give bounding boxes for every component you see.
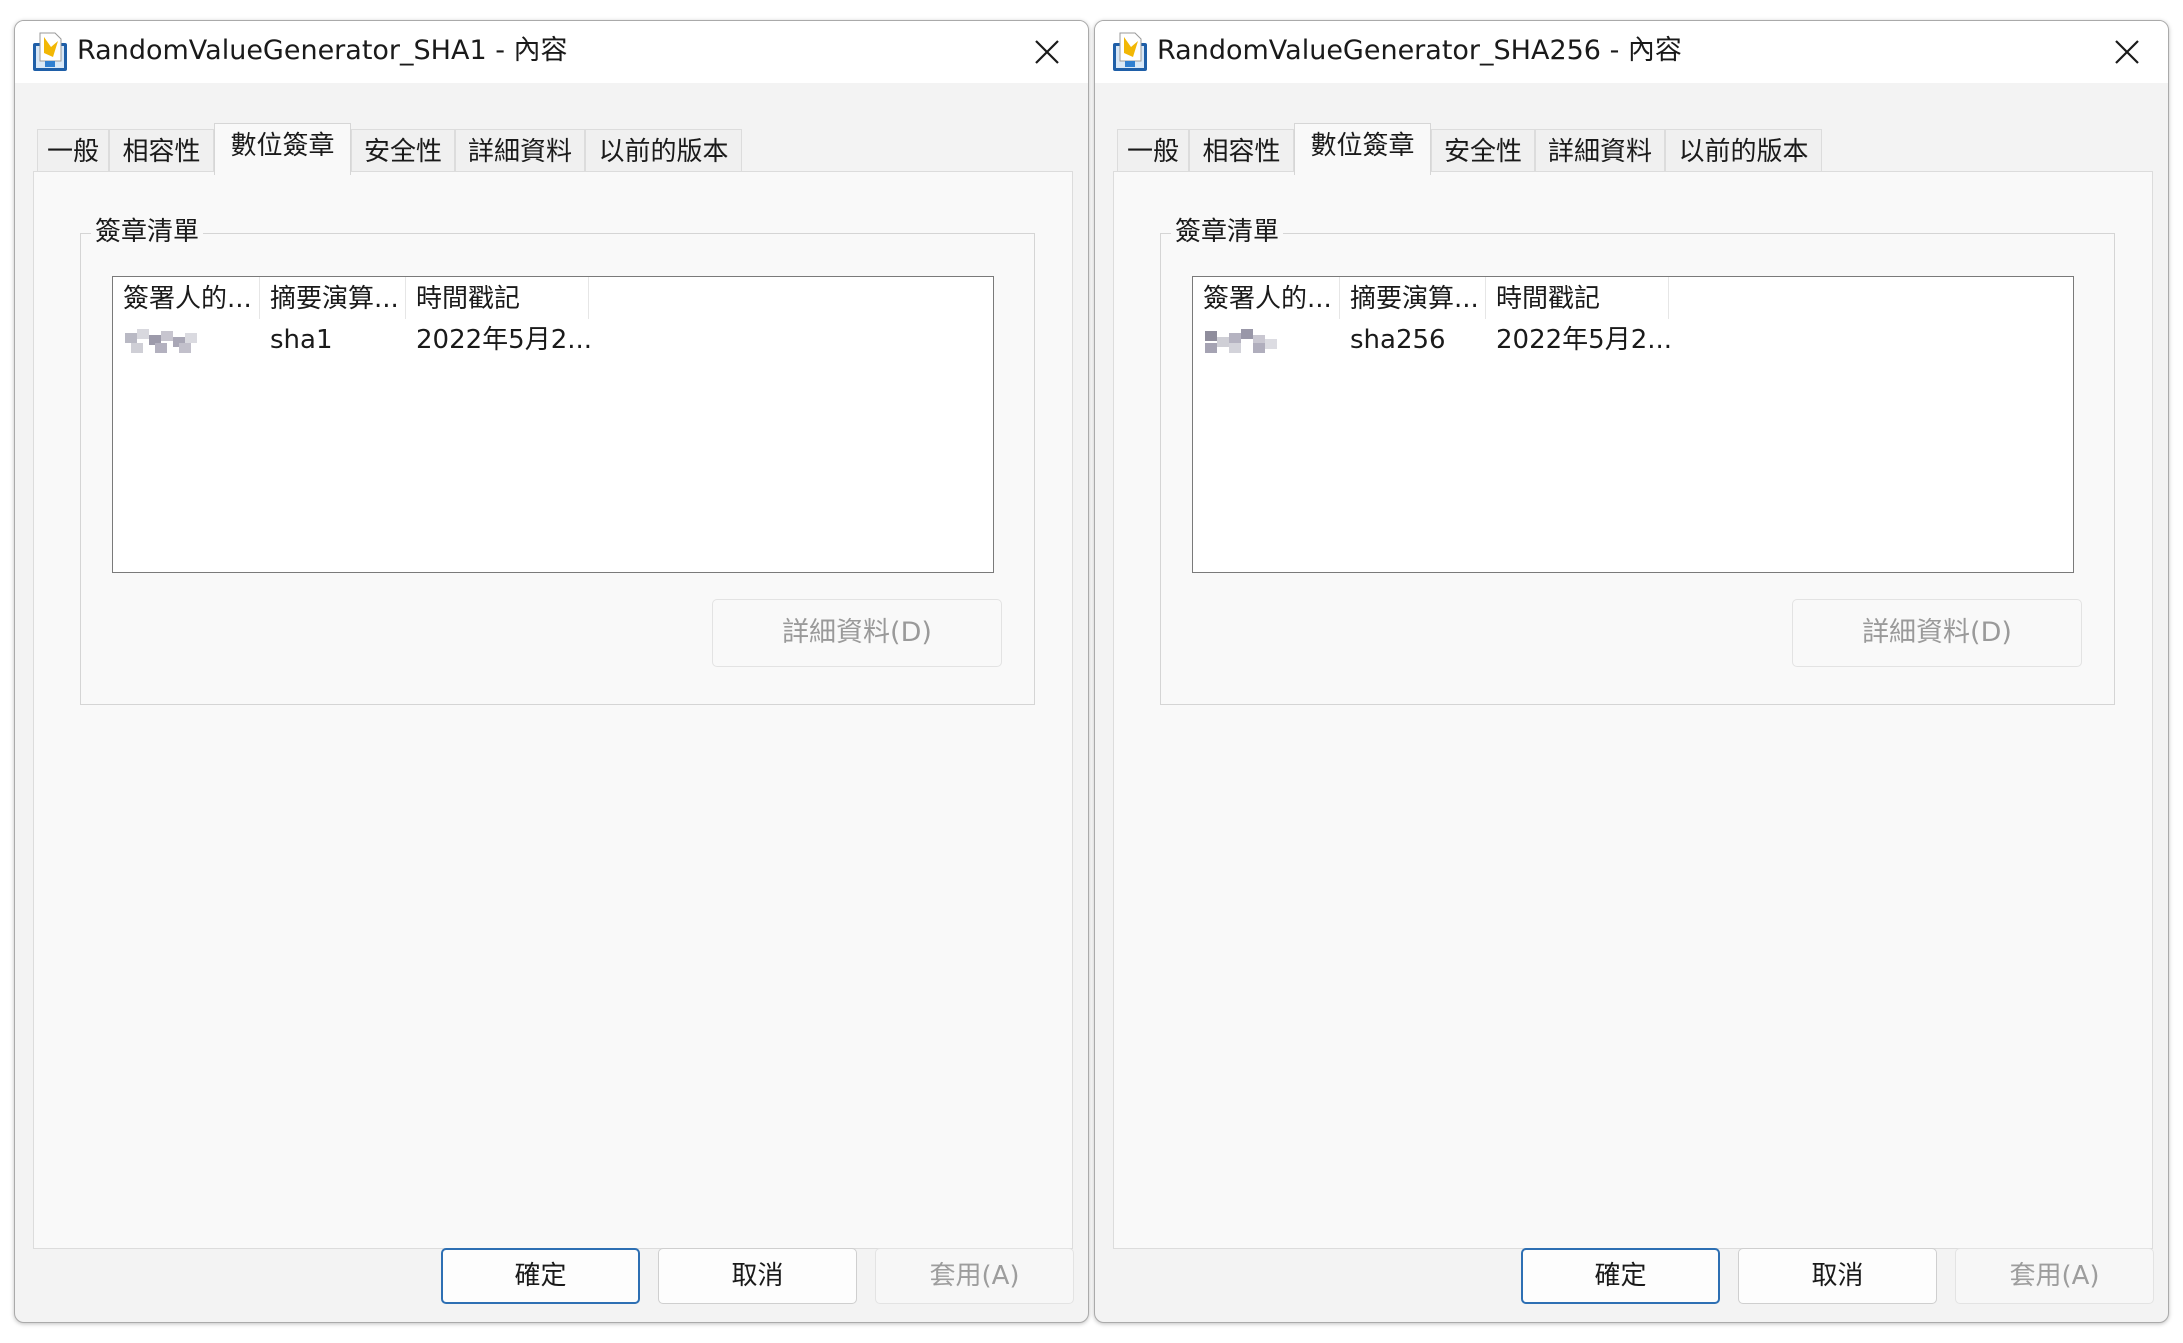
details-button[interactable]: 詳細資料(D) — [712, 599, 1002, 667]
column-header-digest-algorithm[interactable]: 摘要演算... — [260, 277, 406, 319]
signature-list[interactable]: 簽署人的... 摘要演算... 時間戳記 — [1192, 276, 2074, 573]
tab-compatibility[interactable]: 相容性 — [109, 129, 214, 174]
column-header-signer[interactable]: 簽署人的... — [1193, 277, 1340, 319]
close-button[interactable] — [1018, 27, 1076, 77]
tab-compatibility[interactable]: 相容性 — [1189, 129, 1294, 174]
tab-general[interactable]: 一般 — [1117, 129, 1189, 174]
tab-security[interactable]: 安全性 — [351, 129, 455, 174]
column-header-timestamp[interactable]: 時間戳記 — [406, 277, 589, 319]
signer-name-redacted — [125, 329, 197, 353]
tab-digital-signatures[interactable]: 數位簽章 — [1294, 123, 1431, 175]
apply-button[interactable]: 套用(A) — [875, 1248, 1074, 1304]
tab-details[interactable]: 詳細資料 — [1535, 129, 1665, 174]
list-item[interactable]: sha256 2022年5月2... — [1193, 319, 2073, 361]
timestamp-value: 2022年5月2... — [1496, 325, 1673, 355]
ok-button[interactable]: 確定 — [1521, 1248, 1720, 1304]
window-title: RandomValueGenerator_SHA256 - 內容 — [1157, 35, 1682, 66]
tab-security[interactable]: 安全性 — [1431, 129, 1535, 174]
setup-package-icon — [33, 32, 67, 71]
properties-dialog-sha256: RandomValueGenerator_SHA256 - 內容 一般 相容性 … — [1094, 20, 2169, 1323]
apply-button[interactable]: 套用(A) — [1955, 1248, 2154, 1304]
close-button[interactable] — [2098, 27, 2156, 77]
window-title: RandomValueGenerator_SHA1 - 內容 — [77, 35, 568, 66]
setup-package-icon — [1113, 32, 1147, 71]
signature-list-group: 簽章清單 簽署人的... 摘要演算... 時間戳記 — [1160, 214, 2115, 705]
list-item[interactable]: sha1 2022年5月2... — [113, 319, 993, 361]
signer-name-redacted — [1205, 329, 1277, 353]
column-header-timestamp[interactable]: 時間戳記 — [1486, 277, 1669, 319]
signature-list[interactable]: 簽署人的... 摘要演算... 時間戳記 — [112, 276, 994, 573]
tab-details[interactable]: 詳細資料 — [455, 129, 585, 174]
tab-previous-versions[interactable]: 以前的版本 — [1665, 129, 1822, 174]
timestamp-value: 2022年5月2... — [416, 325, 593, 355]
close-icon — [2115, 40, 2139, 64]
details-button[interactable]: 詳細資料(D) — [1792, 599, 2082, 667]
digital-signatures-panel: 簽章清單 簽署人的... 摘要演算... 時間戳記 — [33, 171, 1073, 1249]
column-header-signer[interactable]: 簽署人的... — [113, 277, 260, 319]
close-icon — [1035, 40, 1059, 64]
properties-dialog-sha1: RandomValueGenerator_SHA1 - 內容 一般 相容性 數位… — [14, 20, 1089, 1323]
cancel-button[interactable]: 取消 — [658, 1248, 857, 1304]
signature-list-label: 簽章清單 — [1171, 214, 1284, 250]
cancel-button[interactable]: 取消 — [1738, 1248, 1937, 1304]
tab-general[interactable]: 一般 — [37, 129, 109, 174]
digest-algorithm-value: sha1 — [270, 325, 333, 355]
signature-list-group: 簽章清單 簽署人的... 摘要演算... 時間戳記 — [80, 214, 1035, 705]
ok-button[interactable]: 確定 — [441, 1248, 640, 1304]
title-bar[interactable]: RandomValueGenerator_SHA1 - 內容 — [15, 21, 1088, 83]
tab-digital-signatures[interactable]: 數位簽章 — [214, 123, 351, 175]
title-bar[interactable]: RandomValueGenerator_SHA256 - 內容 — [1095, 21, 2168, 83]
digest-algorithm-value: sha256 — [1350, 325, 1446, 355]
digital-signatures-panel: 簽章清單 簽署人的... 摘要演算... 時間戳記 — [1113, 171, 2153, 1249]
tab-previous-versions[interactable]: 以前的版本 — [585, 129, 742, 174]
column-header-digest-algorithm[interactable]: 摘要演算... — [1340, 277, 1486, 319]
signature-list-label: 簽章清單 — [91, 214, 204, 250]
